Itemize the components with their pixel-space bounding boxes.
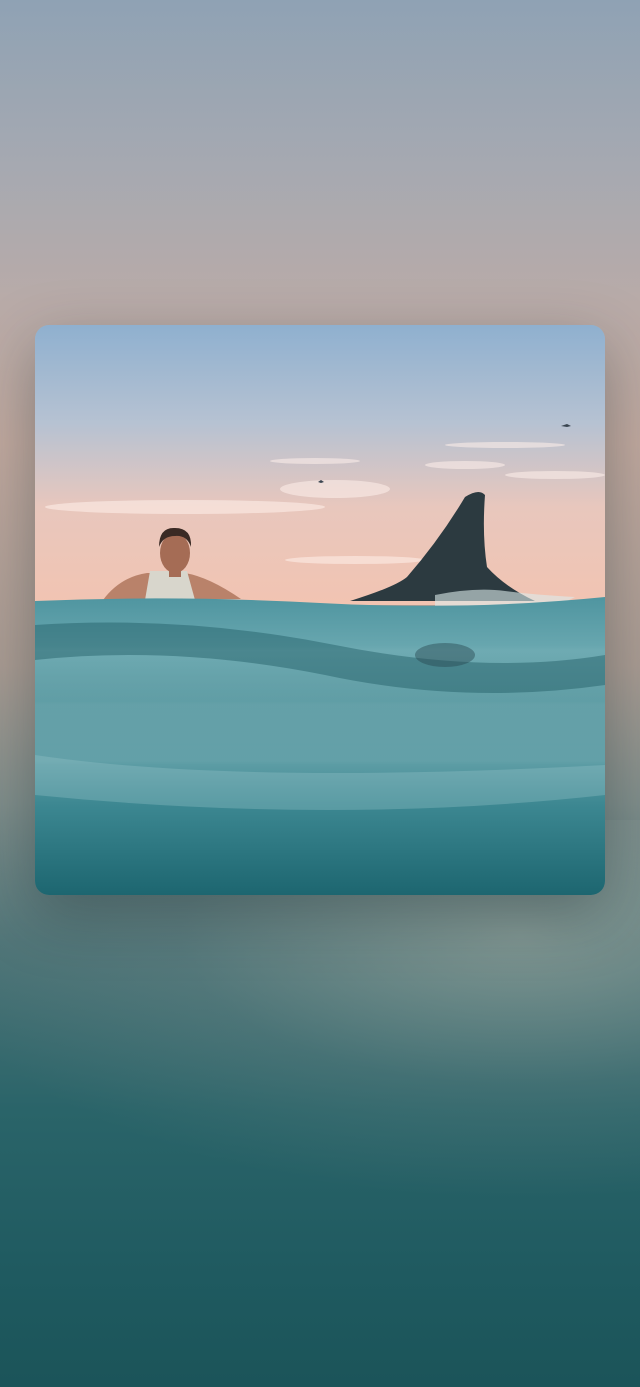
photo-card[interactable] (35, 325, 605, 895)
wallpaper-screen (0, 0, 640, 1387)
ocean-photo (35, 325, 605, 895)
